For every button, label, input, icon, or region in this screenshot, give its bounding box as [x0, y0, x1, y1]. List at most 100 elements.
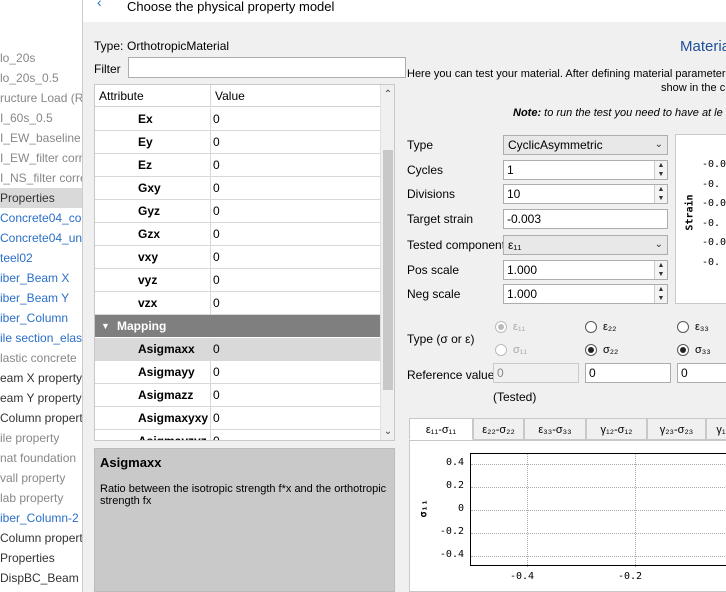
table-row[interactable]: Asigmayy 0 — [95, 361, 382, 384]
spin-down-icon[interactable]: ▼ — [655, 170, 667, 179]
tree-item[interactable]: lo_20s — [0, 48, 35, 68]
plot-tab[interactable]: γ₁ — [706, 418, 726, 440]
attribute-value[interactable]: 0 — [213, 384, 220, 406]
divisions-spinbox[interactable]: 10 ▲ ▼ — [503, 184, 668, 204]
spin-up-icon[interactable]: ▲ — [655, 285, 667, 294]
strain-tick-label: -0.0 — [702, 159, 726, 170]
tree-item[interactable]: I_EW_baseline c — [0, 128, 82, 148]
component-radio[interactable] — [495, 321, 507, 333]
component-radio[interactable] — [585, 344, 597, 356]
tree-item[interactable]: lab property — [0, 488, 63, 508]
attribute-value[interactable]: 0 — [213, 177, 220, 199]
scroll-down-icon[interactable]: ⌄ — [382, 423, 394, 440]
spin-down-icon[interactable]: ▼ — [655, 294, 667, 303]
tree-item[interactable]: ile section_elast — [0, 328, 82, 348]
spin-down-icon[interactable]: ▼ — [655, 194, 667, 203]
column-header-attribute[interactable]: Attribute — [95, 85, 211, 107]
tree-item[interactable]: DispBC_Beam — [0, 568, 79, 588]
tree-item[interactable]: lo_20s_0.5 — [0, 68, 59, 88]
attribute-value[interactable]: 0 — [213, 246, 220, 268]
y-tick-label: -0.2 — [439, 526, 464, 537]
component-radio[interactable] — [585, 321, 597, 333]
component-radio[interactable] — [677, 321, 689, 333]
tree-item[interactable]: Concrete04_conf — [0, 208, 82, 228]
tree-item[interactable]: Column property — [0, 528, 82, 548]
tree-item[interactable]: iber_Beam X — [0, 268, 69, 288]
table-row[interactable]: Gzx 0 — [95, 223, 382, 246]
attribute-value[interactable]: 0 — [213, 292, 220, 314]
tree-item[interactable]: I_NS_filter corre — [0, 168, 82, 188]
component-radio[interactable] — [677, 344, 689, 356]
attribute-value[interactable]: 0 — [213, 223, 220, 245]
table-row[interactable]: Ez 0 — [95, 154, 382, 177]
tree-item[interactable]: Column property — [0, 408, 82, 428]
cycles-spinbox[interactable]: 1 ▲ ▼ — [503, 160, 668, 180]
tree-item[interactable]: nat foundation — [0, 448, 76, 468]
plot-tab[interactable]: γ₁₂-σ₁₂ — [586, 418, 647, 440]
group-row-mapping[interactable]: ▼ Mapping — [95, 315, 382, 337]
table-row[interactable]: Asigmaxx 0 — [95, 338, 382, 361]
attribute-value[interactable]: 0 — [213, 269, 220, 291]
target-strain-input[interactable]: -0.003 — [503, 209, 668, 229]
attribute-name: vyz — [95, 269, 211, 291]
table-row[interactable]: Asigmazz 0 — [95, 384, 382, 407]
table-scrollbar[interactable]: ⌃ ⌄ — [380, 85, 394, 440]
tree-item[interactable]: iber_Beam Y — [0, 288, 69, 308]
tree-item[interactable]: I_60s_0.5 — [0, 108, 53, 128]
tree-item[interactable]: eam X property — [0, 368, 82, 388]
spin-down-icon[interactable]: ▼ — [655, 270, 667, 279]
tree-item[interactable]: eam Y property — [0, 388, 82, 408]
attribute-value[interactable]: 0 — [213, 200, 220, 222]
back-arrow-icon[interactable]: ‹ — [97, 0, 102, 10]
plot-tab[interactable]: ε₁₁-σ₁₁ — [409, 418, 473, 440]
neg-scale-spinbox[interactable]: 1.000 ▲ ▼ — [503, 284, 668, 304]
tree-item[interactable]: ile property — [0, 428, 59, 448]
scroll-up-icon[interactable]: ⌃ — [382, 86, 394, 104]
component-radio[interactable] — [495, 344, 507, 356]
tested-component-select[interactable]: ε₁₁ ⌄ — [503, 235, 668, 255]
test-type-select[interactable]: CyclicAsymmetric ⌄ — [503, 135, 668, 155]
table-row[interactable]: Ex 0 — [95, 108, 382, 131]
table-row[interactable]: vyz 0 — [95, 269, 382, 292]
spin-up-icon[interactable]: ▲ — [655, 261, 667, 270]
attribute-value[interactable]: 0 — [213, 430, 220, 440]
table-row[interactable]: Gxy 0 — [95, 177, 382, 200]
strain-history-plot: Strain -0.0 -0. -0.0 -0. -0.0 -0. — [675, 134, 726, 304]
attribute-value[interactable]: 0 — [213, 361, 220, 383]
table-row[interactable]: vzx 0 — [95, 292, 382, 315]
tree-item[interactable]: iber_Column — [0, 308, 68, 328]
attribute-value[interactable]: 0 — [213, 154, 220, 176]
tree-item[interactable]: vall property — [0, 468, 65, 488]
tree-item[interactable]: I_EW_filter corre — [0, 148, 82, 168]
tree-item[interactable]: Properties — [0, 548, 55, 568]
pos-scale-spinbox[interactable]: 1.000 ▲ ▼ — [503, 260, 668, 280]
filter-input[interactable] — [128, 57, 406, 78]
tree-item[interactable]: ructure Load (Ra — [0, 88, 82, 108]
plot-tab[interactable]: ε₂₂-σ₂₂ — [473, 418, 524, 440]
attribute-value[interactable]: 0 — [213, 407, 220, 429]
table-row[interactable]: vxy 0 — [95, 246, 382, 269]
attribute-value[interactable]: 0 — [211, 338, 380, 360]
tree-item[interactable]: iber_Column-2 — [0, 508, 79, 528]
reference-value-33[interactable]: 0 — [677, 363, 726, 383]
table-row[interactable]: Ey 0 — [95, 131, 382, 154]
plot-tab[interactable]: ε₃₃-σ₃₃ — [524, 418, 586, 440]
plot-tab[interactable]: γ₂₃-σ₂₃ — [647, 418, 706, 440]
table-row[interactable]: Asigmayzyz 0 — [95, 430, 382, 440]
table-row[interactable]: Asigmaxyxy 0 — [95, 407, 382, 430]
spin-up-icon[interactable]: ▲ — [655, 161, 667, 170]
reference-value-11[interactable]: 0 — [493, 363, 579, 383]
collapse-chevron-icon[interactable]: ▼ — [101, 315, 110, 337]
tree-item[interactable]: lastic concrete — [0, 348, 77, 368]
reference-value-22[interactable]: 0 — [585, 363, 671, 383]
table-row[interactable]: Gyz 0 — [95, 200, 382, 223]
column-header-value[interactable]: Value — [211, 85, 382, 107]
spin-up-icon[interactable]: ▲ — [655, 185, 667, 194]
scroll-thumb[interactable] — [383, 150, 393, 390]
attribute-value[interactable]: 0 — [213, 131, 220, 153]
tree-item[interactable]: teel02 — [0, 248, 33, 268]
tree-item[interactable]: Properties — [0, 188, 82, 208]
attribute-value[interactable]: 0 — [213, 108, 220, 130]
tree-item[interactable]: Concrete04_unco — [0, 228, 82, 248]
component-radio-label: ε₁₁ — [513, 321, 526, 333]
